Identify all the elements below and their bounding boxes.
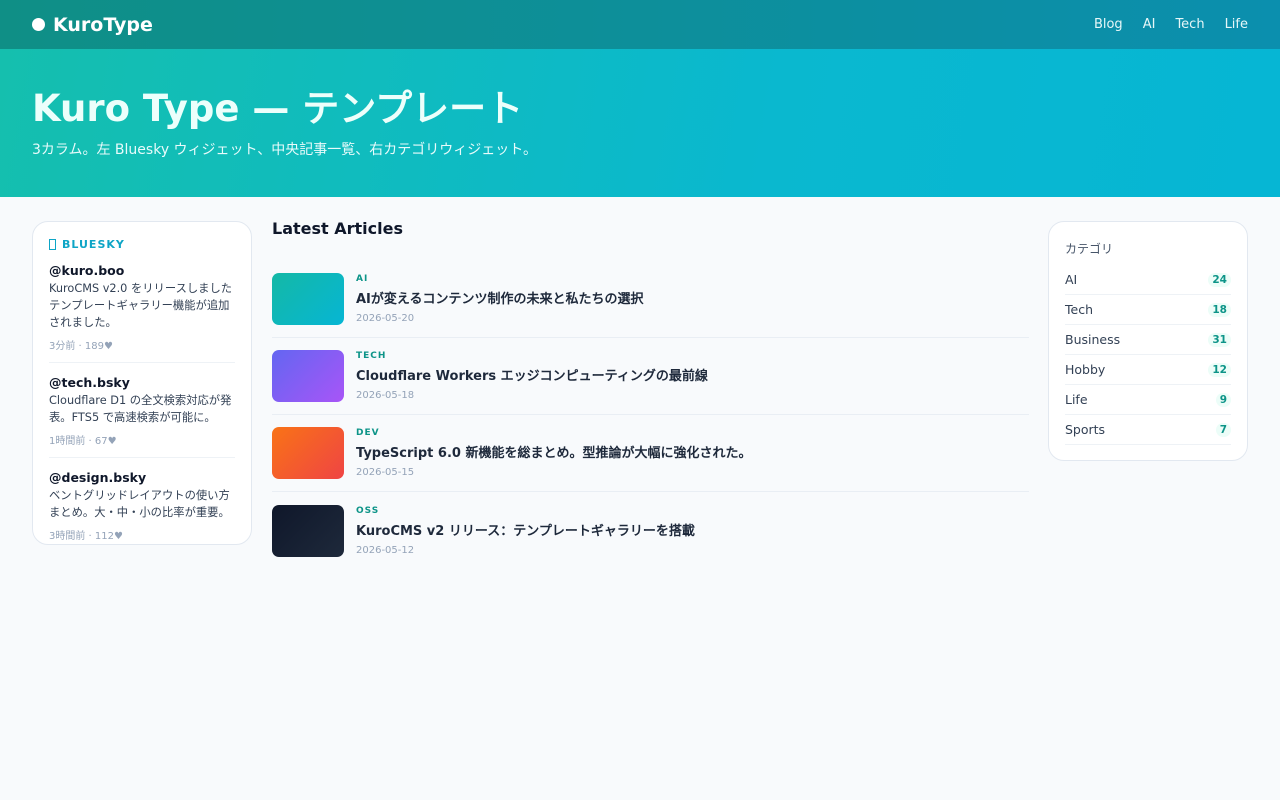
post-handle[interactable]: @kuro.boo — [49, 263, 235, 278]
nav-link-ai[interactable]: AI — [1143, 17, 1156, 32]
main-nav: Blog AI Tech Life — [1094, 17, 1248, 32]
article-title[interactable]: TypeScript 6.0 新機能を総まとめ。型推論が大幅に強化された。 — [356, 442, 751, 461]
category-count-badge: 9 — [1215, 392, 1231, 407]
nav-link-tech[interactable]: Tech — [1175, 17, 1204, 32]
category-name[interactable]: Life — [1065, 392, 1088, 407]
category-name[interactable]: Tech — [1065, 302, 1093, 317]
brand-logo[interactable]: KuroType — [32, 14, 153, 36]
bluesky-post[interactable]: @design.bsky ベントグリッドレイアウトの使い方まとめ。大・中・小の比… — [49, 458, 235, 552]
article-date: 2026-05-20 — [356, 313, 415, 324]
article-tag: TECH — [356, 351, 387, 361]
post-text: Cloudflare D1 の全文検索対応が発表。FTS5 で高速検索が可能に。 — [49, 394, 232, 424]
article-tag: AI — [356, 274, 369, 284]
category-item[interactable]: Tech 18 — [1065, 295, 1231, 325]
category-item[interactable]: Sports 7 — [1065, 415, 1231, 445]
article-item[interactable]: DEV TypeScript 6.0 新機能を総まとめ。型推論が大幅に強化された… — [272, 415, 1029, 492]
category-item[interactable]: Hobby 12 — [1065, 355, 1231, 385]
nav-link-blog[interactable]: Blog — [1094, 17, 1123, 32]
category-count-badge: 31 — [1208, 332, 1231, 347]
article-thumbnail[interactable] — [272, 350, 344, 402]
post-handle[interactable]: @tech.bsky — [49, 375, 235, 390]
article-date: 2026-05-12 — [356, 544, 415, 556]
post-text: KuroCMS v2.0 をリリースしました テンプレートギャラリー機能が追加さ… — [49, 282, 233, 329]
post-handle[interactable]: @design.bsky — [49, 470, 235, 485]
category-widget-title: カテゴリ — [1065, 242, 1114, 256]
article-item[interactable]: TECH Cloudflare Workers エッジコンピューティングの最前線… — [272, 338, 1029, 415]
article-title[interactable]: KuroCMS v2 リリース：テンプレートギャラリーを搭載 — [356, 520, 695, 539]
category-name[interactable]: Hobby — [1065, 362, 1105, 377]
category-widget: カテゴリ AI 24 Tech 18 Business 31 Hobby 12 … — [1048, 221, 1248, 461]
post-meta: 3分前 · 189♥ — [49, 341, 113, 352]
bluesky-widget-header: BLUESKY — [49, 238, 235, 251]
article-date: 2026-05-15 — [356, 467, 415, 478]
article-title[interactable]: Cloudflare Workers エッジコンピューティングの最前線 — [356, 365, 708, 384]
hero-subtitle: 3カラム。左 Bluesky ウィジェット、中央記事一覧、右カテゴリウィジェット… — [32, 142, 537, 158]
bluesky-post[interactable]: @kuro.boo KuroCMS v2.0 をリリースしました テンプレートギ… — [49, 251, 235, 363]
article-item[interactable]: OSS KuroCMS v2 リリース：テンプレートギャラリーを搭載 2026-… — [272, 492, 1029, 569]
category-count-badge: 24 — [1208, 272, 1231, 287]
category-item[interactable]: Life 9 — [1065, 385, 1231, 415]
category-count-badge: 12 — [1208, 362, 1231, 377]
category-count-badge: 18 — [1208, 302, 1231, 317]
category-item[interactable]: Business 31 — [1065, 325, 1231, 355]
post-text: ベントグリッドレイアウトの使い方まとめ。大・中・小の比率が重要。 — [49, 489, 230, 519]
article-thumbnail[interactable] — [272, 504, 344, 557]
top-bar: KuroType Blog AI Tech Life — [0, 0, 1280, 49]
brand-dot-icon — [32, 18, 45, 31]
bluesky-widget: BLUESKY @kuro.boo KuroCMS v2.0 をリリースしました… — [32, 221, 252, 545]
hero-title: Kuro Type — テンプレート — [32, 87, 524, 130]
latest-articles-title: Latest Articles — [272, 219, 403, 238]
article-thumbnail[interactable] — [272, 427, 344, 479]
bluesky-label: BLUESKY — [62, 238, 125, 251]
category-item[interactable]: AI 24 — [1065, 265, 1231, 295]
article-date: 2026-05-18 — [356, 390, 415, 401]
bluesky-post[interactable]: @tech.bsky Cloudflare D1 の全文検索対応が発表。FTS5… — [49, 363, 235, 458]
post-meta: 1時間前 · 67♥ — [49, 436, 117, 447]
article-list: Latest Articles AI AIが変えるコンテンツ制作の未来と私たちの… — [272, 219, 1029, 569]
article-title[interactable]: AIが変えるコンテンツ制作の未来と私たちの選択 — [356, 288, 644, 307]
hero-banner: Kuro Type — テンプレート 3カラム。左 Bluesky ウィジェット… — [0, 49, 1280, 197]
brand-name: KuroType — [53, 13, 153, 36]
nav-link-life[interactable]: Life — [1225, 17, 1248, 32]
category-count-badge: 7 — [1215, 422, 1231, 437]
article-thumbnail[interactable] — [272, 273, 344, 325]
post-meta: 3時間前 · 112♥ — [49, 531, 123, 542]
category-name[interactable]: Business — [1065, 332, 1120, 347]
article-item[interactable]: AI AIが変えるコンテンツ制作の未来と私たちの選択 2026-05-20 — [272, 261, 1029, 338]
article-tag: OSS — [356, 505, 380, 516]
article-tag: DEV — [356, 428, 380, 438]
category-name[interactable]: Sports — [1065, 422, 1105, 437]
category-name[interactable]: AI — [1065, 272, 1077, 287]
butterfly-icon — [49, 239, 56, 250]
